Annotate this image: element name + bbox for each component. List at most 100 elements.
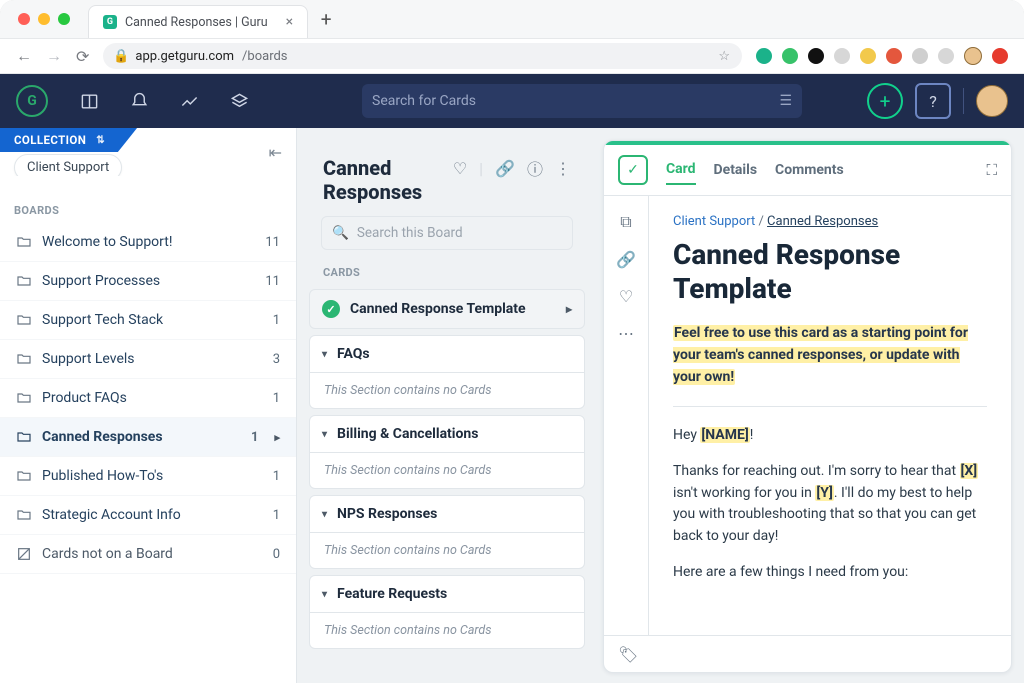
close-tab-icon[interactable]: ×	[286, 14, 293, 30]
global-search[interactable]: Search for Cards ☰	[362, 84, 802, 118]
minimize-window[interactable]	[38, 13, 50, 25]
nav-notifications[interactable]	[120, 82, 158, 120]
nav-collections[interactable]	[220, 82, 258, 120]
sidebar-item-unassigned[interactable]: Cards not on a Board 0	[0, 535, 296, 574]
card-viewer-wrap: ✓ Card Details Comments ⛶ ⧉ 🔗 ♡ ⋯ Client…	[597, 128, 1024, 683]
folder-icon	[16, 351, 32, 367]
search-placeholder: Search for Cards	[372, 93, 476, 109]
ext-guru[interactable]	[756, 48, 772, 64]
tag-icon[interactable]: 🏷	[618, 645, 638, 664]
ext-black[interactable]	[808, 48, 824, 64]
folder-icon	[16, 429, 32, 445]
sidebar-item-strategic[interactable]: Strategic Account Info 1	[0, 496, 296, 535]
address-bar[interactable]: 🔒 app.getguru.com/boards ☆	[103, 43, 742, 69]
sidebar-item-techstack[interactable]: Support Tech Stack 1	[0, 301, 296, 340]
ext-green[interactable]	[782, 48, 798, 64]
browser-avatar[interactable]	[964, 47, 982, 65]
info-icon[interactable]: ⓘ	[527, 156, 543, 180]
unassigned-icon	[16, 546, 32, 562]
sidebar-item-processes[interactable]: Support Processes 11	[0, 262, 296, 301]
ext-grey2[interactable]	[912, 48, 928, 64]
section-faqs[interactable]: ▾FAQs This Section contains no Cards	[309, 335, 585, 409]
more-icon[interactable]: ⋯	[618, 324, 634, 343]
search-icon: 🔍	[332, 225, 349, 241]
card-body-1: Thanks for reaching out. I'm sorry to he…	[673, 461, 987, 548]
section-nps[interactable]: ▾NPS Responses This Section contains no …	[309, 495, 585, 569]
nav-boards[interactable]	[70, 82, 108, 120]
favorite-icon[interactable]: ♡	[619, 287, 633, 306]
app-header: G Search for Cards ☰ + ?	[0, 74, 1024, 128]
card-row-template[interactable]: ✓ Canned Response Template ▸	[309, 289, 585, 329]
card-greeting: Hey [NAME]!	[673, 425, 987, 447]
bookmark-icon[interactable]: ☆	[718, 49, 730, 64]
ext-orange[interactable]	[886, 48, 902, 64]
section-feature[interactable]: ▾Feature Requests This Section contains …	[309, 575, 585, 649]
favorite-icon[interactable]: ♡	[453, 159, 467, 178]
link-icon[interactable]: 🔗	[495, 159, 515, 178]
browser-tab-bar: G Canned Responses | Guru × +	[0, 0, 1024, 39]
triangle-down-icon: ▾	[322, 429, 327, 440]
expand-icon[interactable]: ⛶	[986, 161, 997, 179]
tab-card[interactable]: Card	[666, 155, 696, 185]
add-card-button[interactable]: +	[867, 83, 903, 119]
more-icon[interactable]: ⋮	[555, 159, 571, 178]
browser-toolbar: ← → ⟳ 🔒 app.getguru.com/boards ☆	[0, 39, 1024, 74]
guru-logo[interactable]: G	[16, 85, 48, 117]
triangle-down-icon: ▾	[322, 349, 327, 360]
chevron-right-icon: ▸	[566, 302, 572, 316]
sidebar-item-faqs[interactable]: Product FAQs 1	[0, 379, 296, 418]
sidebar: COLLECTION ⇅ ⇤ Client Support BOARDS Wel…	[0, 128, 297, 683]
empty-text: This Section contains no Cards	[310, 612, 584, 648]
folder-icon	[16, 234, 32, 250]
card-viewer: ✓ Card Details Comments ⛶ ⧉ 🔗 ♡ ⋯ Client…	[603, 140, 1012, 673]
ext-grey3[interactable]	[938, 48, 954, 64]
chevron-right-icon: ▸	[274, 431, 280, 444]
card-intro: Feel free to use this card as a starting…	[673, 323, 987, 388]
cards-heading: CARDS	[307, 262, 587, 283]
close-window[interactable]	[18, 13, 30, 25]
section-billing[interactable]: ▾Billing & Cancellations This Section co…	[309, 415, 585, 489]
tab-comments[interactable]: Comments	[775, 156, 844, 184]
url-path: /boards	[242, 49, 287, 64]
collection-dropdown[interactable]: COLLECTION ⇅	[0, 128, 137, 152]
crumb-board[interactable]: Canned Responses	[767, 214, 878, 229]
tab-details[interactable]: Details	[714, 156, 758, 184]
search-filter-icon[interactable]: ☰	[779, 93, 792, 109]
verified-check-icon: ✓	[322, 300, 340, 318]
nav-analytics[interactable]	[170, 82, 208, 120]
collection-chip[interactable]: Client Support	[14, 154, 122, 176]
sidebar-item-canned[interactable]: Canned Responses 1 ▸	[0, 418, 296, 457]
maximize-window[interactable]	[58, 13, 70, 25]
help-button[interactable]: ?	[915, 83, 951, 119]
card-body-2: Here are a few things I need from you:	[673, 562, 987, 584]
extension-tray	[756, 47, 1008, 65]
ext-yellow[interactable]	[860, 48, 876, 64]
ext-red[interactable]	[992, 48, 1008, 64]
favicon: G	[103, 15, 117, 29]
ext-grey1[interactable]	[834, 48, 850, 64]
sidebar-item-howto[interactable]: Published How-To's 1	[0, 457, 296, 496]
browser-tab[interactable]: G Canned Responses | Guru ×	[88, 5, 308, 38]
collapse-sidebar-icon[interactable]: ⇤	[269, 143, 282, 162]
crumb-collection[interactable]: Client Support	[673, 214, 755, 229]
empty-text: This Section contains no Cards	[310, 372, 584, 408]
triangle-down-icon: ▾	[322, 589, 327, 600]
sidebar-item-welcome[interactable]: Welcome to Support! 11	[0, 223, 296, 262]
user-avatar[interactable]	[976, 85, 1008, 117]
reload-button[interactable]: ⟳	[76, 47, 89, 66]
empty-text: This Section contains no Cards	[310, 532, 584, 568]
link-icon[interactable]: 🔗	[616, 250, 636, 269]
board-search-placeholder: Search this Board	[357, 225, 463, 241]
breadcrumb: Client Support / Canned Responses	[673, 212, 987, 232]
divider	[963, 88, 964, 114]
new-tab-button[interactable]: +	[312, 5, 340, 33]
folder-icon	[16, 312, 32, 328]
verify-button[interactable]: ✓	[618, 155, 648, 185]
window-controls	[0, 13, 84, 25]
sidebar-item-levels[interactable]: Support Levels 3	[0, 340, 296, 379]
back-button[interactable]: ←	[16, 46, 32, 66]
board-search[interactable]: 🔍 Search this Board	[321, 216, 573, 250]
sort-icon: ⇅	[96, 135, 105, 146]
triangle-down-icon: ▾	[322, 509, 327, 520]
copy-icon[interactable]: ⧉	[620, 212, 631, 232]
